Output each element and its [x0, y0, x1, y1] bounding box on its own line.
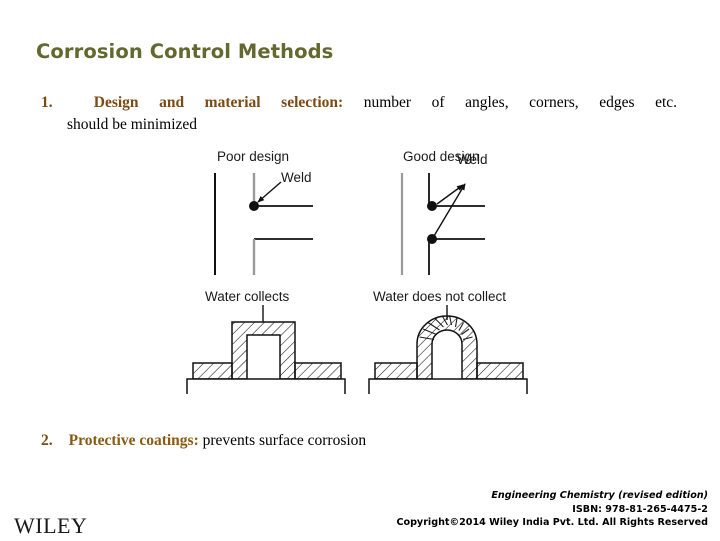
- page-title: Corrosion Control Methods: [36, 40, 334, 63]
- footer-isbn: ISBN: 978-81-265-4475-2: [572, 503, 708, 515]
- good-design-weld-label: Weld: [457, 152, 488, 167]
- bullet-2-lead: Protective coatings:: [68, 432, 199, 449]
- footer-credits: Engineering Chemistry (revised edition) …: [396, 489, 708, 530]
- corrosion-design-figure: Poor design Weld Good design Weld Water …: [175, 144, 545, 394]
- poor-design-weld-label: Weld: [281, 170, 312, 185]
- footer-copyright: Copyright©2014 Wiley India Pvt. Ltd. All…: [396, 517, 708, 529]
- base-slab: [186, 378, 346, 394]
- bullet-1-number: 1.: [41, 94, 53, 111]
- poor-design-label: Poor design: [217, 149, 289, 164]
- bullet-2-number: 2.: [41, 432, 53, 449]
- panel-good-design: Good design Weld: [400, 149, 488, 275]
- water-does-not-collect-section: [416, 315, 478, 380]
- bullet-1-line-1: 1. Design and material selection: number…: [41, 92, 677, 114]
- bullet-item-2: 2. Protective coatings: prevents surface …: [41, 432, 366, 450]
- footer-book-title: Engineering Chemistry (revised edition): [491, 490, 708, 501]
- bullet-1-body-2: should be minimized: [67, 116, 198, 133]
- water-collects-section: [231, 321, 296, 380]
- bullet-2-body: prevents surface corrosion: [202, 432, 367, 449]
- water-does-not-collect-label: Water does not collect: [373, 289, 506, 304]
- bullet-1-lead: Design and material selection:: [93, 94, 344, 111]
- weld-dot: [249, 201, 259, 211]
- panel-water-does-not-collect: Water does not collect: [368, 289, 528, 394]
- bullet-1-body-1: number of angles, corners, edges etc.: [363, 94, 678, 111]
- wiley-logo: WILEY: [14, 505, 88, 540]
- weld-dot: [427, 201, 437, 211]
- figure-svg: Poor design Weld Good design Weld Water …: [186, 149, 528, 394]
- panel-water-collects: Water collects: [186, 289, 346, 394]
- weld-dot: [427, 234, 437, 244]
- water-collects-label: Water collects: [205, 289, 290, 304]
- bullet-item-1: 1. Design and material selection: number…: [41, 92, 677, 136]
- panel-poor-design: Poor design Weld: [214, 149, 313, 275]
- base-slab: [368, 378, 528, 394]
